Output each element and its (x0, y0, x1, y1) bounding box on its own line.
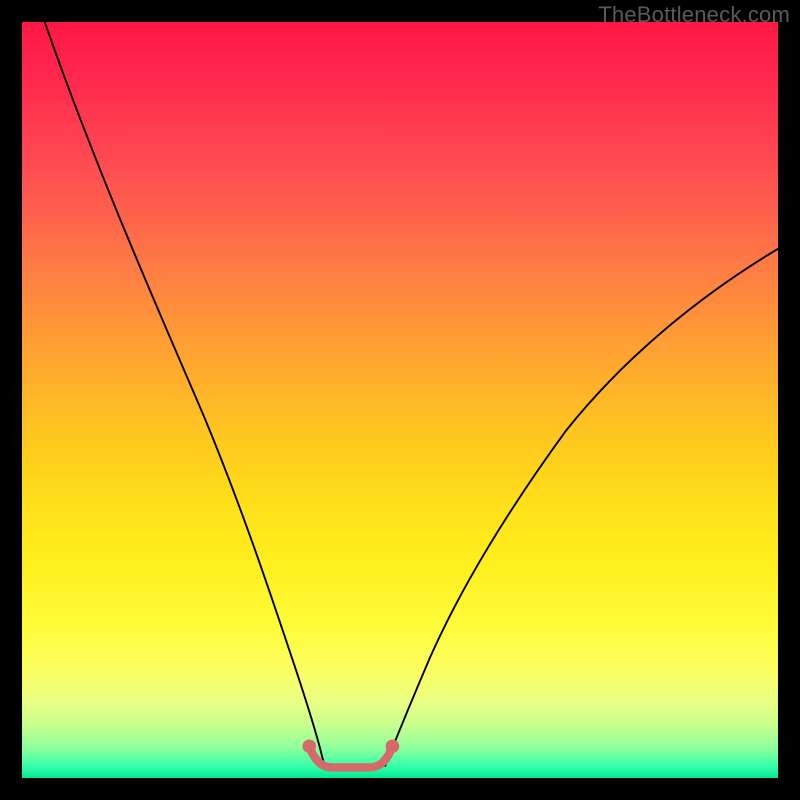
guide-dot-right (386, 739, 400, 753)
chart-frame: TheBottleneck.com (0, 0, 800, 800)
guide-dot-left (302, 739, 316, 753)
left-curve (45, 22, 325, 767)
watermark-text: TheBottleneck.com (598, 2, 790, 28)
chart-svg (22, 22, 778, 778)
right-curve (385, 249, 778, 767)
plot-area (22, 22, 778, 778)
